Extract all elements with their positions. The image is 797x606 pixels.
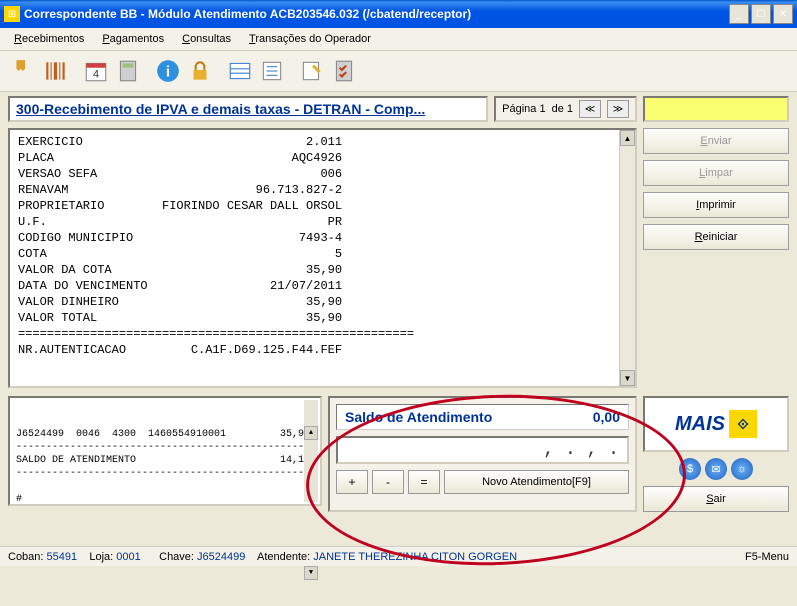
page-navigation: Página 1 de 1 ≪ ≫ [494,96,637,122]
tool-table-icon[interactable] [224,55,256,87]
status-coban-label: Coban: [8,551,43,563]
imprimir-button[interactable]: Imprimir [643,192,789,218]
page-total: de 1 [552,103,573,115]
page-next-button[interactable]: ≫ [607,100,629,118]
bb-logo-icon: ⟐ [729,410,757,438]
status-loja-label: Loja: [89,551,113,563]
scroll-down-button[interactable]: ▼ [620,370,635,386]
window-title: Correspondente BB - Módulo Atendimento A… [24,7,729,21]
brand-logo: MAIS ⟐ [643,396,789,452]
reiniciar-button[interactable]: Reiniciar [643,224,789,250]
receipt-scrollbar[interactable]: ▲ ▼ [619,130,635,386]
saldo-panel: Saldo de Atendimento 0,00 , . , . + - = … [328,396,637,512]
menu-transacoes[interactable]: Transações do Operador [241,30,379,48]
menu-pagamentos[interactable]: Pagamentos [94,30,172,48]
tool-info-icon[interactable]: i [152,55,184,87]
minus-button[interactable]: - [372,470,404,494]
ledger-display: J6524499 0046 4300 1460554910001 35,90D … [8,396,322,506]
limpar-button[interactable]: Limpar [643,160,789,186]
tool-checklist-icon[interactable] [328,55,360,87]
tool-lock-icon[interactable] [184,55,216,87]
equals-button[interactable]: = [408,470,440,494]
receipt-display: EXERCICIO 2.011 PLACA AQC4926 VERSAO SEF… [8,128,637,388]
sair-button[interactable]: Sair [643,486,789,512]
brand-dollar-icon[interactable]: $ [679,458,701,480]
tool-calculator-icon[interactable] [112,55,144,87]
scroll-up-button[interactable]: ▲ [620,130,635,146]
status-loja: 0001 [116,551,140,563]
status-chave: J6524499 [197,551,245,563]
svg-text:4: 4 [93,69,99,81]
status-atendente: JANETE THEREZINHA CITON GORGEN [313,551,517,563]
brand-sun-icon[interactable]: ☼ [731,458,753,480]
tool-barcode-icon[interactable] [40,55,72,87]
close-button[interactable]: ✕ [773,4,793,24]
minimize-button[interactable]: _ [729,4,749,24]
section-title: 300-Recebimento de IPVA e demais taxas -… [8,96,488,122]
highlight-panel [643,96,789,122]
novo-atendimento-button[interactable]: Novo Atendimento[F9] [444,470,629,494]
enviar-button[interactable]: Enviar [643,128,789,154]
brand-mail-icon[interactable]: ✉ [705,458,727,480]
ledger-scroll-down[interactable]: ▼ [304,566,318,580]
menu-recebimentos[interactable]: Recebimentos [6,30,92,48]
status-chave-label: Chave: [159,551,194,563]
saldo-value: 0,00 [593,409,620,425]
ledger-scroll-up[interactable]: ▲ [304,426,318,440]
tool-wrench-icon[interactable] [8,55,40,87]
page-label: Página 1 [502,103,545,115]
status-f5: F5-Menu [745,551,789,563]
brand-text: MAIS [675,413,725,436]
svg-text:i: i [166,63,170,80]
status-coban: 55491 [47,551,78,563]
plus-button[interactable]: + [336,470,368,494]
tool-edit-icon[interactable] [296,55,328,87]
menu-consultas[interactable]: Consultas [174,30,239,48]
ledger-scrollbar[interactable]: ▲ ▼ [304,400,318,502]
page-prev-button[interactable]: ≪ [579,100,601,118]
tool-calendar-icon[interactable]: 4 [80,55,112,87]
app-icon: ⊞ [4,6,20,22]
tool-list-icon[interactable] [256,55,288,87]
maximize-button[interactable]: ☐ [751,4,771,24]
saldo-input[interactable]: , . , . [336,436,629,464]
status-atendente-label: Atendente: [257,551,310,563]
saldo-label: Saldo de Atendimento [345,409,492,425]
